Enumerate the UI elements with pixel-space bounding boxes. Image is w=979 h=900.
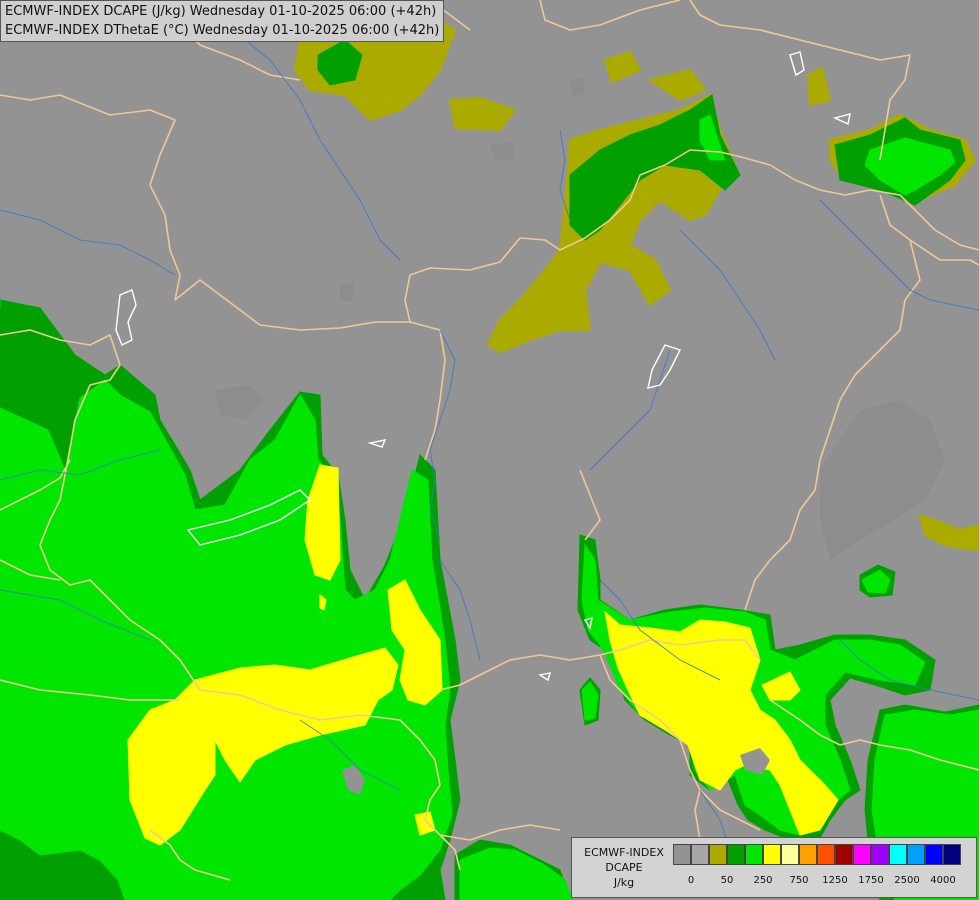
dthetae-title: ECMWF-INDEX DThetaE (°C) Wednesday 01-10… <box>5 23 440 38</box>
map-title-box: ECMWF-INDEX DCAPE (J/kg) Wednesday 01-10… <box>0 0 445 42</box>
legend-swatch <box>853 844 871 865</box>
legend-tick-label: 0 <box>687 875 695 886</box>
legend-swatch <box>835 844 853 865</box>
legend-swatch <box>925 844 943 865</box>
legend-swatch <box>817 844 835 865</box>
legend-swatch <box>907 844 925 865</box>
legend-swatch <box>709 844 727 865</box>
legend-tick-label: 1750 <box>858 875 884 886</box>
dcape-title: ECMWF-INDEX DCAPE (J/kg) Wednesday 01-10… <box>5 4 437 19</box>
legend-swatch <box>799 844 817 865</box>
dcape-map <box>0 0 979 900</box>
legend-swatch <box>745 844 763 865</box>
legend-swatch <box>763 844 781 865</box>
legend-ticks: 0 50 250 750 1250 1750 2500 4000 <box>673 875 973 889</box>
legend-tick-label: 2500 <box>894 875 920 886</box>
legend-swatch <box>943 844 961 865</box>
legend-tick-label: 250 <box>753 875 773 886</box>
legend-model: ECMWF-INDEX <box>584 846 664 859</box>
legend-swatch <box>871 844 889 865</box>
legend-parameter: DCAPE <box>605 861 643 874</box>
legend-tick-label: 4000 <box>930 875 956 886</box>
legend-swatch <box>691 844 709 865</box>
legend-swatch <box>781 844 799 865</box>
legend-swatch <box>727 844 745 865</box>
legend-swatch <box>673 844 691 865</box>
legend-title: ECMWF-INDEX DCAPE J/kg <box>576 845 672 890</box>
legend-swatch <box>889 844 907 865</box>
legend-swatches <box>673 844 961 865</box>
legend-tick-label: 1250 <box>822 875 848 886</box>
legend: ECMWF-INDEX DCAPE J/kg 0 50 250 750 1250 1750… <box>571 837 977 898</box>
legend-tick-label: 750 <box>789 875 809 886</box>
legend-unit: J/kg <box>613 876 635 889</box>
legend-tick-label: 50 <box>720 875 734 886</box>
